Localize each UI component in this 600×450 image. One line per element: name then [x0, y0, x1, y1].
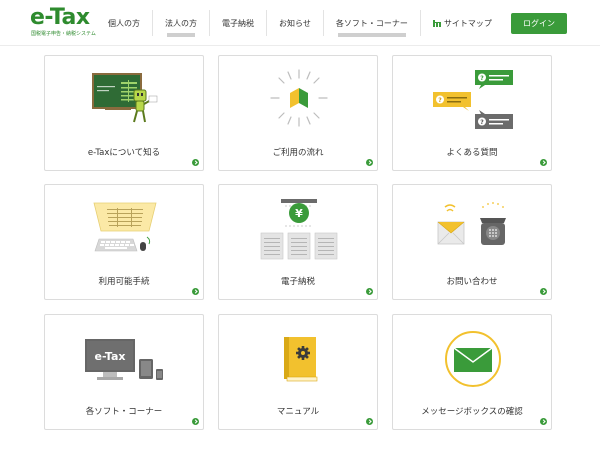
faq-mark: ? [438, 97, 442, 104]
login-button[interactable]: ログイン [511, 13, 567, 34]
tile-about-etax-label: e-Taxについて知る [87, 148, 161, 158]
header-divider [0, 45, 600, 46]
etax-devices-icon: e-Tax [85, 339, 163, 380]
site-header: e-Tax 国税電子申告・納税システム 個人の方 法人の方 電子納税 お知らせ … [0, 0, 600, 46]
nav-software-corner-label: 各ソフト・コーナー [335, 18, 408, 28]
logo-subtitle: 国税電子申告・納税システム [31, 31, 96, 37]
gear-icon [296, 346, 310, 360]
nav-software-corner[interactable]: 各ソフト・コーナー [322, 10, 420, 37]
sitemap-icon [432, 19, 441, 27]
mail-telephone-icon [437, 202, 506, 245]
arrow-right-icon [366, 418, 373, 425]
arrow-right-icon [192, 418, 199, 425]
nav-individual[interactable]: 個人の方 [96, 10, 152, 36]
arrow-right-icon [540, 418, 547, 425]
tile-available-procedures[interactable]: 利用可能手続 [44, 184, 204, 300]
yen-mark: ¥ [295, 207, 303, 220]
envelope-icon [445, 331, 501, 387]
tile-e-payment[interactable]: ¥ 電子納税 [218, 184, 378, 300]
arrow-right-icon [540, 159, 547, 166]
tile-manual[interactable]: マニュアル [218, 314, 378, 430]
tile-software-corner[interactable]: e-Tax 各ソフト・コーナー [44, 314, 204, 430]
tile-about-etax[interactable]: e-Taxについて知る [44, 55, 204, 171]
nav-corporate[interactable]: 法人の方 [152, 10, 209, 37]
nav-e-payment[interactable]: 電子納税 [209, 10, 266, 36]
global-nav: 個人の方 法人の方 電子納税 お知らせ 各ソフト・コーナー サイトマップ [96, 10, 504, 37]
arrow-right-icon [366, 159, 373, 166]
yen-payment-icon: ¥ [260, 199, 338, 260]
nav-e-payment-label: 電子納税 [222, 18, 254, 28]
tile-message-box[interactable]: メッセージボックスの確認 [392, 314, 552, 430]
faq-speech-bubbles-icon: ? ? ? [433, 70, 513, 129]
etax-logo[interactable]: e-Tax 国税電子申告・納税システム [30, 5, 96, 40]
tile-manual-label: マニュアル [276, 407, 320, 417]
logo-title: e-Tax [30, 5, 90, 30]
tile-faq[interactable]: ? ? ? よくある質問 [392, 55, 552, 171]
nav-news[interactable]: お知らせ [266, 10, 323, 36]
tile-software-corner-label: 各ソフト・コーナー [85, 407, 163, 417]
faq-mark: ? [480, 75, 484, 82]
tile-e-payment-label: 電子納税 [280, 277, 315, 287]
arrow-right-icon [540, 288, 547, 295]
faq-mark: ? [480, 119, 484, 126]
tile-contact[interactable]: お問い合わせ [392, 184, 552, 300]
blackboard-mascot-icon [92, 73, 158, 123]
tile-usage-flow-label: ご利用の流れ [272, 148, 324, 158]
document-keyboard-icon [93, 202, 157, 252]
nav-sitemap[interactable]: サイトマップ [419, 10, 504, 36]
manual-book-icon [284, 337, 318, 382]
arrow-right-icon [366, 288, 373, 295]
arrow-right-icon [192, 159, 199, 166]
tile-available-procedures-label: 利用可能手続 [98, 277, 150, 287]
nav-news-label: お知らせ [279, 18, 311, 28]
nav-corporate-label: 法人の方 [165, 18, 197, 28]
nav-sitemap-label: サイトマップ [443, 18, 492, 28]
monitor-etax-text: e-Tax [94, 350, 125, 363]
tile-contact-label: お問い合わせ [446, 277, 498, 287]
tile-faq-label: よくある質問 [446, 148, 498, 158]
arrow-right-icon [192, 288, 199, 295]
beginner-mark-icon [270, 69, 328, 127]
tile-usage-flow[interactable]: ご利用の流れ [218, 55, 378, 171]
nav-individual-label: 個人の方 [108, 18, 140, 28]
tile-message-box-label: メッセージボックスの確認 [421, 407, 523, 417]
